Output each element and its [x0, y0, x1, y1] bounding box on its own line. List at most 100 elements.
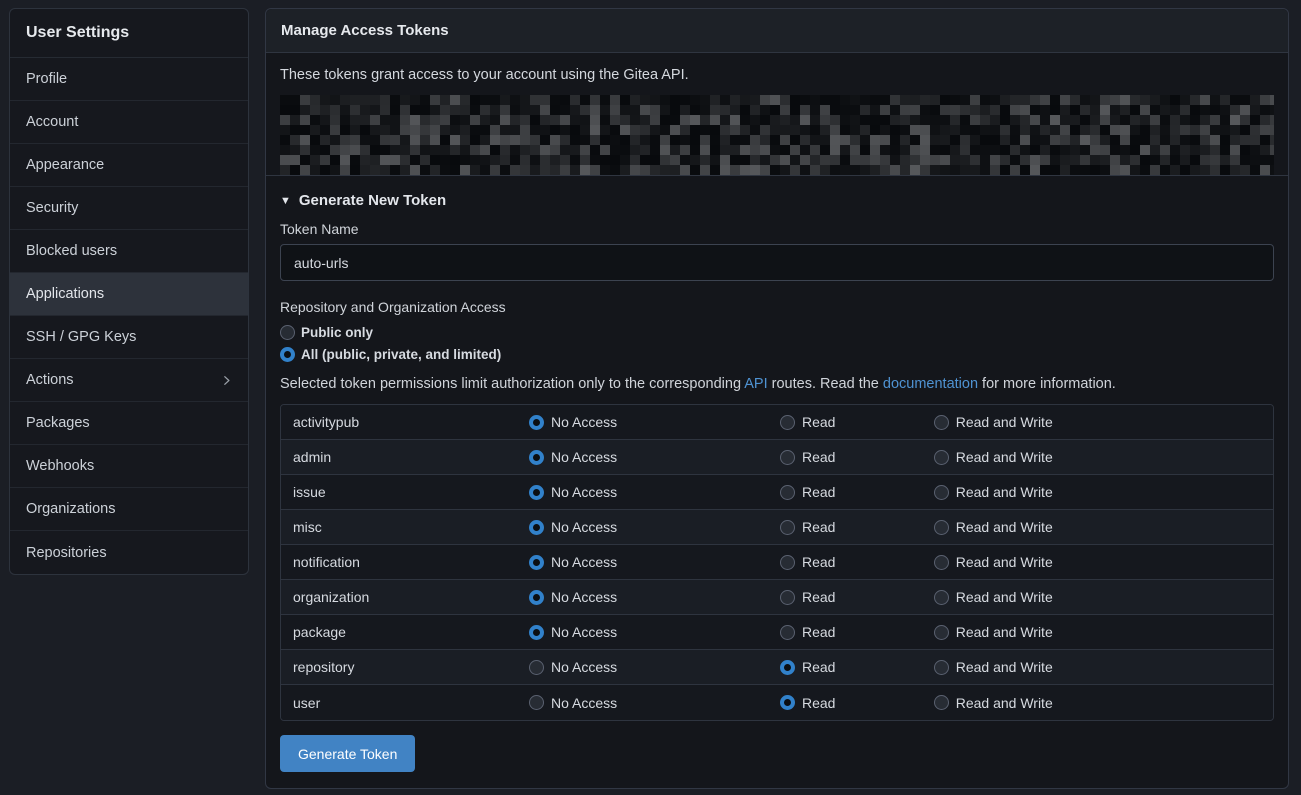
scope-option-label[interactable]: Read [802, 519, 835, 535]
read-and-write-radio[interactable] [934, 520, 949, 535]
read-radio-checked[interactable] [780, 660, 795, 675]
token-name-input[interactable] [280, 244, 1274, 281]
scope-option-label[interactable]: Read [802, 484, 835, 500]
sidebar-item-ssh-gpg-keys[interactable]: SSH / GPG Keys [10, 316, 248, 359]
read-radio[interactable] [780, 625, 795, 640]
sidebar-item-profile[interactable]: Profile [10, 58, 248, 101]
read-and-write-radio[interactable] [934, 660, 949, 675]
scope-activitypub-read-option[interactable]: Read [780, 414, 934, 430]
scope-repository-read-option[interactable]: Read [780, 659, 934, 675]
read-and-write-radio[interactable] [934, 485, 949, 500]
scope-option-label[interactable]: Read and Write [956, 624, 1053, 640]
scope-option-label[interactable]: No Access [551, 695, 617, 711]
scope-option-label[interactable]: Read and Write [956, 519, 1053, 535]
scope-user-read-and-write-option[interactable]: Read and Write [934, 695, 1273, 711]
scope-admin-read-and-write-option[interactable]: Read and Write [934, 449, 1273, 465]
scope-organization-no-access-option[interactable]: No Access [529, 589, 780, 605]
sidebar-item-packages[interactable]: Packages [10, 402, 248, 445]
scope-package-read-and-write-option[interactable]: Read and Write [934, 624, 1273, 640]
no-access-radio[interactable] [529, 695, 544, 710]
no-access-radio-checked[interactable] [529, 555, 544, 570]
scope-option-label[interactable]: Read and Write [956, 554, 1053, 570]
scope-option-label[interactable]: Read [802, 589, 835, 605]
access-option-radio-checked[interactable] [280, 347, 295, 362]
scope-option-label[interactable]: No Access [551, 414, 617, 430]
no-access-radio-checked[interactable] [529, 485, 544, 500]
scope-option-label[interactable]: Read [802, 554, 835, 570]
sidebar-item-webhooks[interactable]: Webhooks [10, 445, 248, 488]
no-access-radio-checked[interactable] [529, 520, 544, 535]
scope-option-label[interactable]: Read and Write [956, 695, 1053, 711]
scope-misc-no-access-option[interactable]: No Access [529, 519, 780, 535]
scope-organization-read-option[interactable]: Read [780, 589, 934, 605]
scope-user-read-option[interactable]: Read [780, 695, 934, 711]
scope-option-label[interactable]: No Access [551, 589, 617, 605]
scope-user-no-access-option[interactable]: No Access [529, 695, 780, 711]
scope-option-label[interactable]: Read [802, 624, 835, 640]
sidebar-item-applications[interactable]: Applications [10, 273, 248, 316]
read-radio[interactable] [780, 520, 795, 535]
scope-option-label[interactable]: No Access [551, 624, 617, 640]
scope-misc-read-and-write-option[interactable]: Read and Write [934, 519, 1273, 535]
sidebar-item-appearance[interactable]: Appearance [10, 144, 248, 187]
scope-misc-read-option[interactable]: Read [780, 519, 934, 535]
scope-option-label[interactable]: No Access [551, 519, 617, 535]
sidebar-item-account[interactable]: Account [10, 101, 248, 144]
scope-notification-no-access-option[interactable]: No Access [529, 554, 780, 570]
generate-token-button[interactable]: Generate Token [280, 735, 415, 772]
scope-organization-read-and-write-option[interactable]: Read and Write [934, 589, 1273, 605]
scope-notification-read-option[interactable]: Read [780, 554, 934, 570]
access-option-all-public-private-and-limited[interactable]: All (public, private, and limited) [280, 347, 501, 362]
read-and-write-radio[interactable] [934, 625, 949, 640]
read-and-write-radio[interactable] [934, 555, 949, 570]
no-access-radio-checked[interactable] [529, 625, 544, 640]
sidebar-item-actions[interactable]: Actions [10, 359, 248, 402]
read-and-write-radio[interactable] [934, 450, 949, 465]
access-option-label[interactable]: All (public, private, and limited) [301, 347, 501, 362]
scope-activitypub-read-and-write-option[interactable]: Read and Write [934, 414, 1273, 430]
read-and-write-radio[interactable] [934, 415, 949, 430]
scope-admin-no-access-option[interactable]: No Access [529, 449, 780, 465]
read-radio[interactable] [780, 485, 795, 500]
scope-admin-read-option[interactable]: Read [780, 449, 934, 465]
scope-option-label[interactable]: No Access [551, 659, 617, 675]
scope-option-label[interactable]: Read [802, 659, 835, 675]
scope-option-label[interactable]: Read and Write [956, 449, 1053, 465]
no-access-radio[interactable] [529, 660, 544, 675]
read-radio-checked[interactable] [780, 695, 795, 710]
access-option-label[interactable]: Public only [301, 325, 373, 340]
scope-notification-read-and-write-option[interactable]: Read and Write [934, 554, 1273, 570]
scope-issue-read-option[interactable]: Read [780, 484, 934, 500]
scope-option-label[interactable]: Read and Write [956, 589, 1053, 605]
no-access-radio-checked[interactable] [529, 590, 544, 605]
sidebar-item-repositories[interactable]: Repositories [10, 531, 248, 574]
scope-option-label[interactable]: Read [802, 414, 835, 430]
scope-repository-read-and-write-option[interactable]: Read and Write [934, 659, 1273, 675]
read-and-write-radio[interactable] [934, 590, 949, 605]
api-link[interactable]: API [744, 376, 767, 392]
scope-activitypub-no-access-option[interactable]: No Access [529, 414, 780, 430]
scope-option-label[interactable]: No Access [551, 484, 617, 500]
read-radio[interactable] [780, 590, 795, 605]
sidebar-item-blocked-users[interactable]: Blocked users [10, 230, 248, 273]
read-radio[interactable] [780, 415, 795, 430]
scope-package-read-option[interactable]: Read [780, 624, 934, 640]
read-and-write-radio[interactable] [934, 695, 949, 710]
scope-issue-read-and-write-option[interactable]: Read and Write [934, 484, 1273, 500]
scope-issue-no-access-option[interactable]: No Access [529, 484, 780, 500]
scope-option-label[interactable]: Read [802, 449, 835, 465]
scope-option-label[interactable]: No Access [551, 554, 617, 570]
sidebar-item-security[interactable]: Security [10, 187, 248, 230]
read-radio[interactable] [780, 555, 795, 570]
scope-option-label[interactable]: Read [802, 695, 835, 711]
documentation-link[interactable]: documentation [883, 376, 978, 392]
generate-new-token-toggle[interactable]: ▼ Generate New Token [280, 192, 446, 209]
access-option-radio[interactable] [280, 325, 295, 340]
scope-option-label[interactable]: Read and Write [956, 659, 1053, 675]
sidebar-item-organizations[interactable]: Organizations [10, 488, 248, 531]
scope-option-label[interactable]: Read and Write [956, 414, 1053, 430]
scope-option-label[interactable]: Read and Write [956, 484, 1053, 500]
scope-option-label[interactable]: No Access [551, 449, 617, 465]
read-radio[interactable] [780, 450, 795, 465]
no-access-radio-checked[interactable] [529, 415, 544, 430]
